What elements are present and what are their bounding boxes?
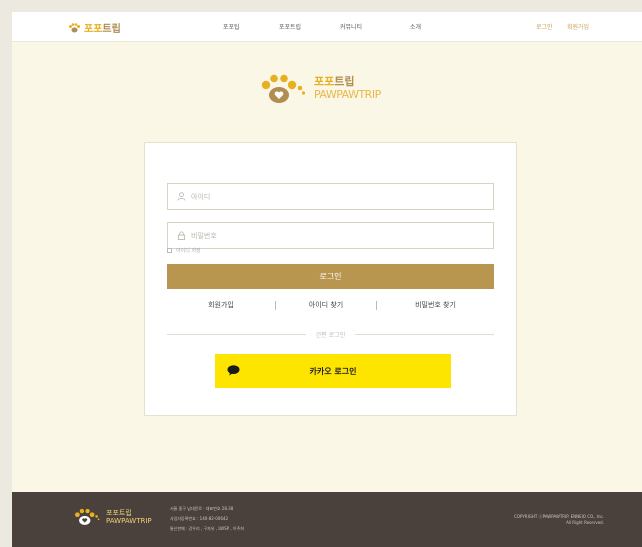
top-header: 포포 트립 포포팁 포포트립 커뮤니티 소개 로그인 회원가입 bbox=[12, 12, 642, 42]
footer: 포포트립 PAWPAWTRIP 서울 중구 남대문로 · 대표번호 28.38 … bbox=[12, 492, 642, 547]
account-links: 회원가입 아이디 찾기 비밀번호 찾기 bbox=[167, 298, 494, 312]
header-logo-po: 포포 bbox=[84, 24, 103, 35]
footer-logo: 포포트립 PAWPAWTRIP bbox=[74, 508, 152, 526]
remember-checkbox[interactable] bbox=[167, 248, 172, 253]
footer-info-line: 통신판매 : 강우리 , 구자유 , LWSP , 이주희 bbox=[170, 526, 244, 531]
user-icon bbox=[177, 192, 186, 201]
page: 포포 트립 포포팁 포포트립 커뮤니티 소개 로그인 회원가입 포포트립 PAWP… bbox=[12, 12, 642, 547]
login-button[interactable]: 로그인 bbox=[167, 264, 494, 289]
footer-logo-ko: 포포트립 bbox=[106, 508, 132, 517]
brand-title-po: 포포 bbox=[314, 75, 335, 89]
login-card: 아이디 저장 로그인 회원가입 아이디 찾기 비밀번호 찾기 간편 로그인 카카… bbox=[144, 142, 517, 416]
brand-title-trip: 트립 bbox=[334, 75, 355, 89]
footer-logo-en: PAWPAWTRIP bbox=[106, 517, 152, 525]
lock-icon bbox=[177, 231, 186, 240]
footer-copyright: COPYRIGHT ⓒPAWPAWTRIP. ENNEIO CO., Inc. … bbox=[514, 514, 604, 526]
remember-id[interactable]: 아이디 저장 bbox=[167, 247, 201, 254]
nav-item-tip[interactable]: 포포팁 bbox=[223, 22, 240, 31]
find-password-link[interactable]: 비밀번호 찾기 bbox=[377, 300, 494, 310]
brand-subtitle: PAWPAWTRIP bbox=[314, 88, 381, 101]
paw-heart-icon bbox=[75, 508, 100, 525]
divider-line bbox=[167, 333, 306, 335]
find-id-link[interactable]: 아이디 찾기 bbox=[276, 300, 376, 310]
paw-heart-icon bbox=[261, 74, 306, 103]
easy-login-label: 간편 로그인 bbox=[315, 331, 346, 339]
copyright-line-2: All Right Reserved. bbox=[566, 520, 604, 525]
header-logo-trip: 트립 bbox=[102, 24, 121, 35]
header-login-link[interactable]: 로그인 bbox=[536, 22, 553, 31]
nav-item-about[interactable]: 소개 bbox=[410, 22, 421, 31]
remember-label: 아이디 저장 bbox=[176, 248, 201, 254]
password-input[interactable] bbox=[191, 231, 471, 240]
signup-link[interactable]: 회원가입 bbox=[167, 300, 275, 310]
id-field[interactable] bbox=[167, 183, 494, 210]
nav-item-trip[interactable]: 포포트립 bbox=[279, 22, 301, 31]
header-logo[interactable]: 포포 트립 bbox=[68, 20, 121, 35]
footer-info-line: 사업자등록번호 : 140-82-00642 bbox=[170, 516, 228, 521]
nav-item-community[interactable]: 커뮤니티 bbox=[340, 22, 362, 31]
brand-logo: 포포트립 PAWPAWTRIP bbox=[260, 74, 381, 104]
id-input[interactable] bbox=[191, 192, 471, 201]
header-signup-link[interactable]: 회원가입 bbox=[567, 22, 589, 31]
kakao-login-label: 카카오 로그인 bbox=[309, 366, 357, 376]
kakao-login-button[interactable]: 카카오 로그인 bbox=[215, 354, 451, 388]
paw-icon bbox=[69, 22, 80, 32]
footer-company-info: 서울 중구 남대문로 · 대표번호 28.38 사업자등록번호 : 140-82… bbox=[170, 504, 244, 534]
password-field[interactable] bbox=[167, 222, 494, 249]
divider-line bbox=[355, 333, 495, 335]
speech-bubble-icon bbox=[227, 365, 240, 376]
easy-login-divider: 간편 로그인 bbox=[167, 329, 495, 339]
footer-info-line: 서울 중구 남대문로 · 대표번호 28.38 bbox=[170, 506, 234, 511]
